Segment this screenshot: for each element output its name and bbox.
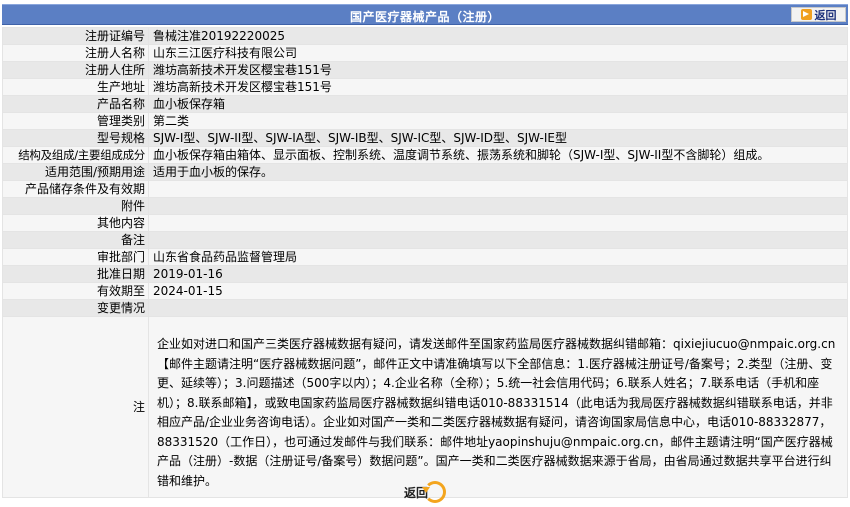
page: 国产医疗器械产品（注册） 返回 注册证编号 鲁械注准20192220025 注册… (0, 0, 850, 507)
back-button-bottom[interactable]: 返回 (404, 478, 446, 506)
table-row: 批准日期 2019-01-16 (2, 265, 848, 283)
table-row: 结构及组成/主要组成成分 血小板保存箱由箱体、显示面板、控制系统、温度调节系统、… (2, 146, 848, 164)
table-row: 适用范围/预期用途 适用于血小板的保存。 (2, 163, 848, 181)
field-label: 适用范围/预期用途 (2, 163, 149, 181)
table-row: 产品名称 血小板保存箱 (2, 95, 848, 113)
table-row: 其他内容 (2, 214, 848, 232)
field-value (148, 197, 848, 215)
field-value (148, 231, 848, 249)
field-label: 其他内容 (2, 214, 149, 232)
arrow-right-icon (800, 9, 812, 20)
back-button-top[interactable]: 返回 (791, 7, 846, 22)
field-value: 血小板保存箱 (148, 95, 848, 113)
table-row: 变更情况 (2, 299, 848, 317)
field-value: 鲁械注准20192220025 (148, 27, 848, 45)
table-row: 管理类别 第二类 (2, 112, 848, 130)
field-label: 附件 (2, 197, 149, 215)
note-row: 注 企业如对进口和国产三类医疗器械数据有疑问，请发送邮件至国家药监局医疗器械数据… (2, 316, 848, 498)
field-label: 备注 (2, 231, 149, 249)
table-row: 审批部门 山东省食品药品监督管理局 (2, 248, 848, 266)
note-text: 企业如对进口和国产三类医疗器械数据有疑问，请发送邮件至国家药监局医疗器械数据纠错… (157, 337, 836, 488)
field-value (148, 180, 848, 198)
field-value: SJW-I型、SJW-II型、SJW-IA型、SJW-IB型、SJW-IC型、S… (148, 129, 848, 147)
field-label: 注册证编号 (2, 27, 149, 45)
field-value: 潍坊高新技术开发区樱宝巷151号 (148, 61, 848, 79)
table-row: 生产地址 潍坊高新技术开发区樱宝巷151号 (2, 78, 848, 96)
table-row: 备注 (2, 231, 848, 249)
field-value: 潍坊高新技术开发区樱宝巷151号 (148, 78, 848, 96)
table-row: 型号规格 SJW-I型、SJW-II型、SJW-IA型、SJW-IB型、SJW-… (2, 129, 848, 147)
field-label: 管理类别 (2, 112, 149, 130)
table-row: 有效期至 2024-01-15 (2, 282, 848, 300)
field-label: 变更情况 (2, 299, 149, 317)
field-value: 血小板保存箱由箱体、显示面板、控制系统、温度调节系统、振荡系统和脚轮（SJW-I… (148, 146, 848, 164)
field-value: 2019-01-16 (148, 265, 848, 283)
back-button-label: 返回 (814, 8, 837, 22)
field-value (148, 299, 848, 317)
title-bar: 国产医疗器械产品（注册） 返回 (2, 4, 848, 25)
field-label: 注册人住所 (2, 61, 149, 79)
page-title: 国产医疗器械产品（注册） (349, 10, 500, 24)
field-label: 注册人名称 (2, 44, 149, 62)
field-label: 有效期至 (2, 282, 149, 300)
table-row: 产品储存条件及有效期 (2, 180, 848, 198)
footer: 返回 (0, 478, 850, 506)
field-label: 生产地址 (2, 78, 149, 96)
field-value: 山东省食品药品监督管理局 (148, 248, 848, 266)
field-value: 山东三江医疗科技有限公司 (148, 44, 848, 62)
field-label: 产品名称 (2, 95, 149, 113)
field-value: 2024-01-15 (148, 282, 848, 300)
field-label: 批准日期 (2, 265, 149, 283)
field-label: 审批部门 (2, 248, 149, 266)
table-row: 附件 (2, 197, 848, 215)
field-label: 结构及组成/主要组成成分 (2, 146, 149, 164)
table-row: 注册证编号 鲁械注准20192220025 (2, 27, 848, 45)
field-value: 适用于血小板的保存。 (148, 163, 848, 181)
field-value (148, 214, 848, 232)
field-value: 第二类 (148, 112, 848, 130)
note-value: 企业如对进口和国产三类医疗器械数据有疑问，请发送邮件至国家药监局医疗器械数据纠错… (148, 316, 848, 498)
field-label: 产品储存条件及有效期 (2, 180, 149, 198)
return-arrow-icon (422, 481, 446, 503)
note-label: 注 (2, 316, 149, 498)
table-row: 注册人名称 山东三江医疗科技有限公司 (2, 44, 848, 62)
detail-table: 注册证编号 鲁械注准20192220025 注册人名称 山东三江医疗科技有限公司… (2, 27, 848, 498)
table-row: 注册人住所 潍坊高新技术开发区樱宝巷151号 (2, 61, 848, 79)
field-label: 型号规格 (2, 129, 149, 147)
